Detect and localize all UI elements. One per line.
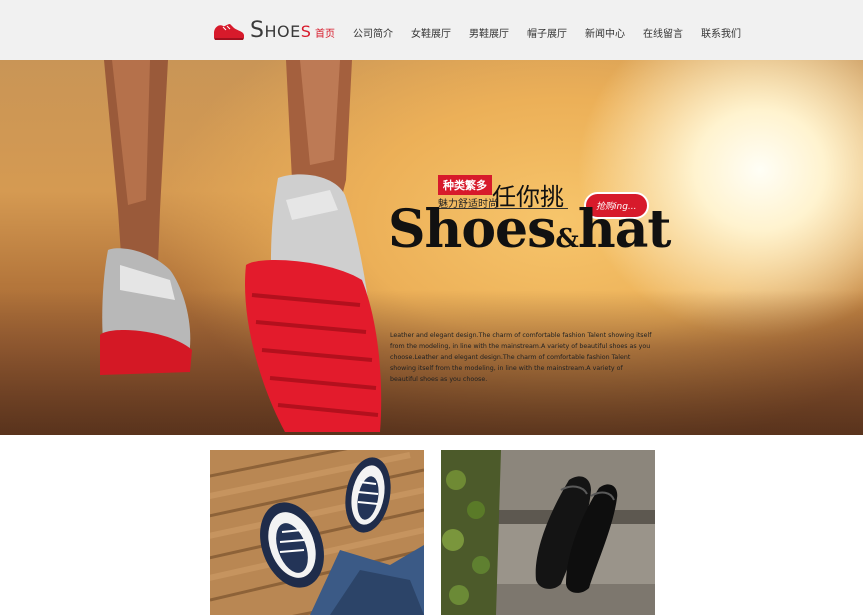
nav-item-men-shoes[interactable]: 男鞋展厅 [469, 25, 509, 40]
nav-item-hats[interactable]: 帽子展厅 [527, 25, 567, 40]
gallery-item-sneakers[interactable] [210, 450, 424, 615]
nav-item-about[interactable]: 公司简介 [353, 25, 393, 40]
nav-item-message[interactable]: 在线留言 [643, 25, 683, 40]
nav-item-home[interactable]: 首页 [315, 25, 335, 40]
gallery-item-leather-shoes[interactable] [441, 450, 655, 615]
main-nav: 首页 公司简介 女鞋展厅 男鞋展厅 帽子展厅 新闻中心 在线留言 联系我们 [315, 25, 759, 40]
sneakers-on-wood-image [210, 450, 424, 615]
logo-wordmark: SHOES [250, 17, 312, 43]
nav-item-news[interactable]: 新闻中心 [585, 25, 625, 40]
site-logo[interactable]: SHOES [212, 15, 311, 45]
promo-tag-variety: 种类繁多 [438, 175, 492, 195]
shoe-logo-icon [214, 24, 244, 40]
promo-description: Leather and elegant design.The charm of … [390, 332, 652, 383]
black-leather-shoes-image [441, 450, 655, 615]
nav-item-women-shoes[interactable]: 女鞋展厅 [411, 25, 451, 40]
promo-headline: Shoes&hat [388, 199, 671, 260]
nav-item-contact[interactable]: 联系我们 [701, 25, 741, 40]
runner-legs-image [100, 60, 382, 432]
header-bar: SHOES 首页 公司简介 女鞋展厅 男鞋展厅 帽子展厅 新闻中心 在线留言 联… [0, 0, 863, 61]
hero-banner[interactable]: 种类繁多 魅力舒适时尚 任你挑 抢购ing... Shoes&hat Leath… [0, 60, 863, 435]
